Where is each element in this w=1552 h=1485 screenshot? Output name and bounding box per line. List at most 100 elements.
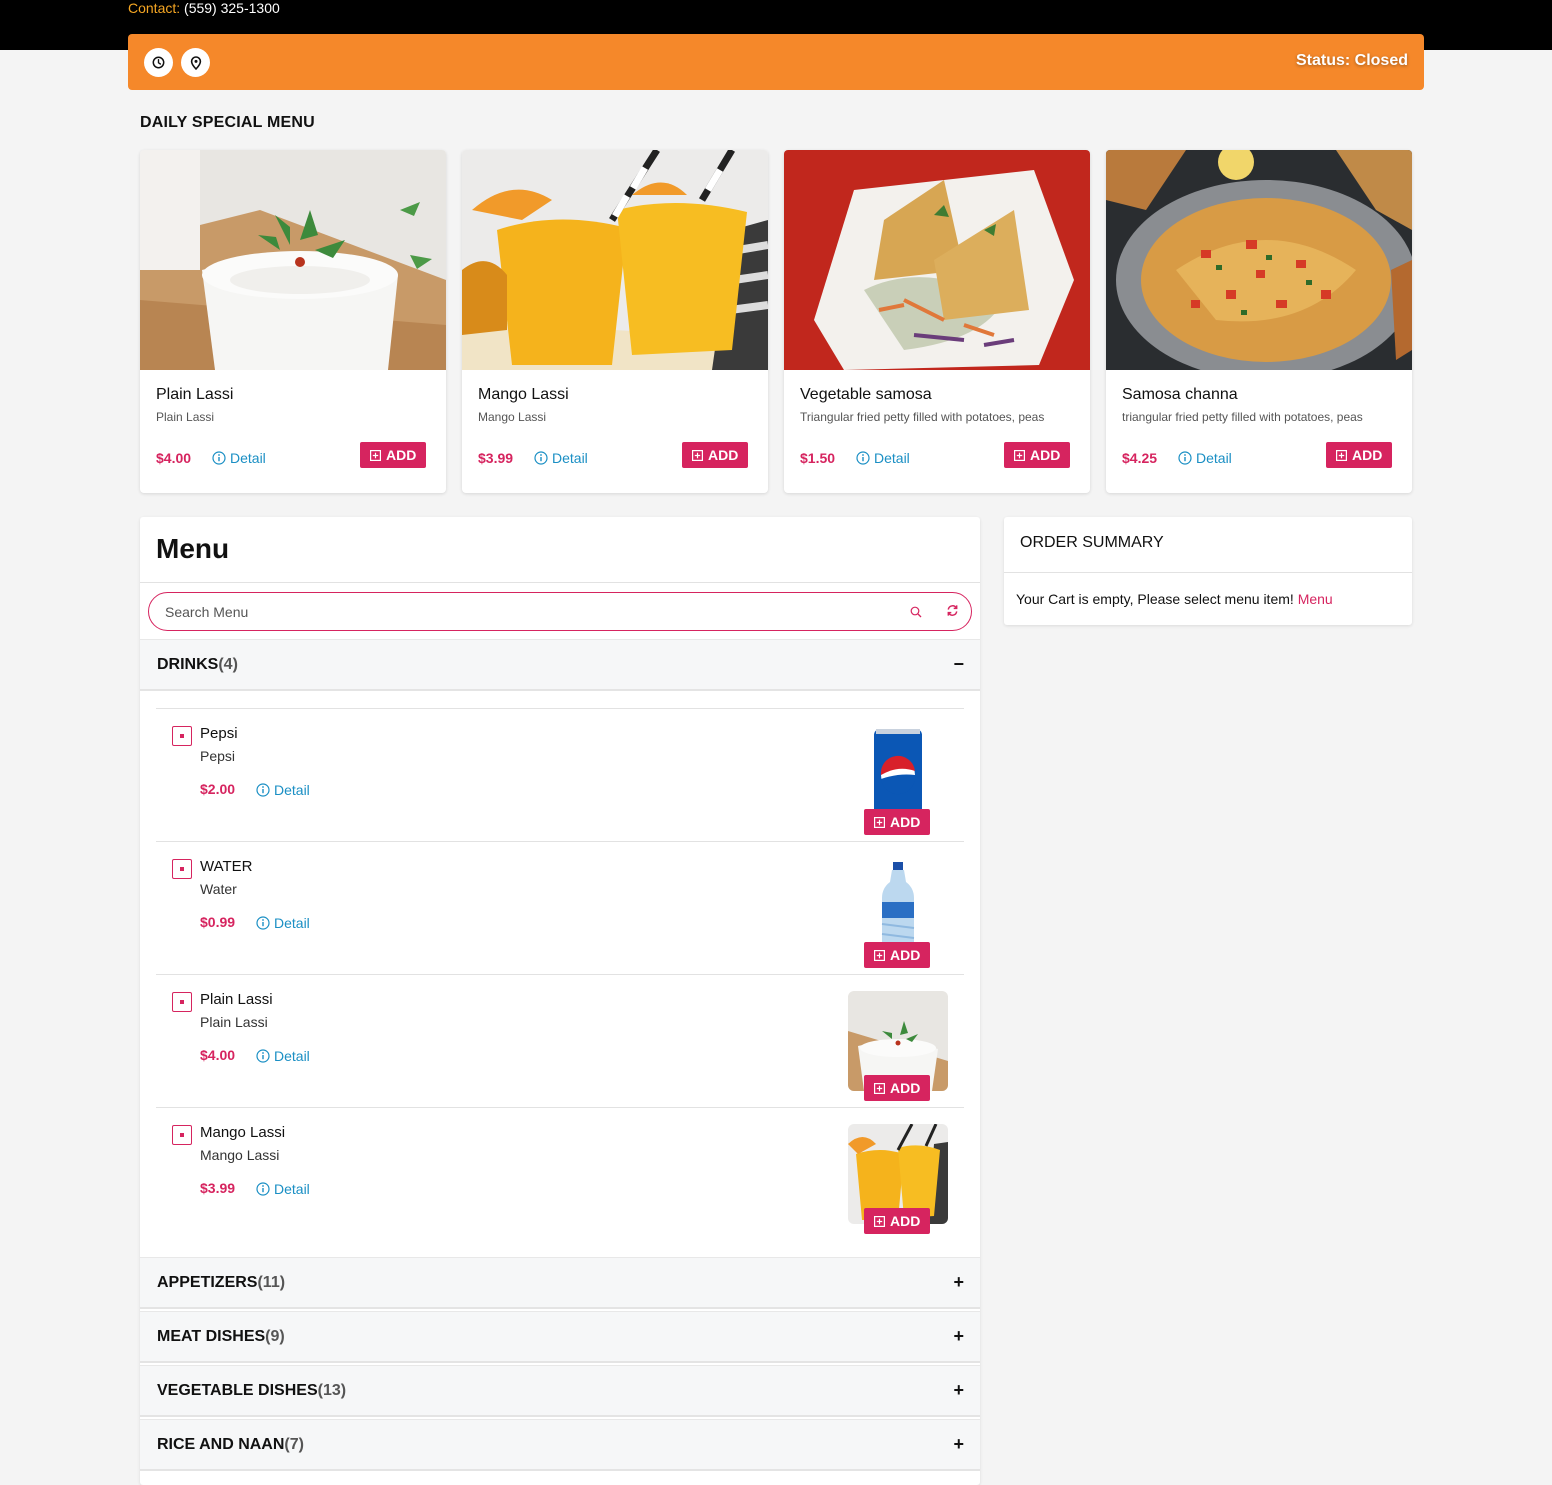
add-button[interactable]: ADD: [682, 442, 749, 468]
category-label: DRINKS(4): [157, 656, 238, 674]
clock-icon[interactable]: [144, 48, 173, 77]
add-label: ADD: [890, 814, 921, 830]
category-vegetable-dishes[interactable]: VEGETABLE DISHES(13) +: [140, 1365, 980, 1417]
detail-link[interactable]: Detail: [212, 450, 266, 466]
add-button[interactable]: ADD: [1004, 442, 1071, 468]
category-count: (9): [265, 1328, 285, 1345]
item-name: Mango Lassi: [200, 1124, 286, 1141]
info-icon: [856, 451, 870, 465]
add-label: ADD: [1030, 447, 1061, 463]
empty-cart-message: Your Cart is empty, Please select menu i…: [1016, 591, 1333, 607]
list-item: Plain Lassi Plain Lassi $4.00 Detail ADD: [156, 974, 964, 1107]
special-card[interactable]: Plain Lassi Plain Lassi $4.00 Detail ADD: [140, 150, 446, 493]
info-icon: [256, 1049, 270, 1063]
search-input[interactable]: [165, 602, 865, 622]
expand-icon[interactable]: +: [953, 1272, 964, 1293]
item-name: WATER: [200, 858, 253, 875]
detail-label: Detail: [230, 450, 266, 466]
food-type-icon: [172, 726, 192, 746]
add-button[interactable]: ADD: [360, 442, 427, 468]
item-desc: Plain Lassi: [200, 1014, 268, 1030]
vegetable-samosa-image: [784, 150, 1090, 370]
special-name: Samosa channa: [1122, 386, 1238, 403]
special-name: Mango Lassi: [478, 386, 569, 403]
special-desc: Triangular fried petty filled with potat…: [800, 410, 1045, 424]
item-desc: Water: [200, 881, 237, 897]
item-desc: Mango Lassi: [200, 1147, 280, 1163]
item-name: Plain Lassi: [200, 991, 273, 1008]
category-label: MEAT DISHES(9): [157, 1328, 285, 1346]
list-item: WATER Water $0.99 Detail ADD: [156, 841, 964, 974]
add-button[interactable]: ADD: [864, 809, 931, 835]
detail-link[interactable]: Detail: [256, 915, 310, 931]
detail-link[interactable]: Detail: [256, 1048, 310, 1064]
category-meat-dishes[interactable]: MEAT DISHES(9) +: [140, 1311, 980, 1363]
status-text: Status: Closed: [1295, 52, 1408, 69]
expand-icon[interactable]: +: [953, 1434, 964, 1455]
detail-label: Detail: [274, 782, 310, 798]
samosa-channa-image: [1106, 150, 1412, 370]
info-icon: [534, 451, 548, 465]
search-icon[interactable]: [910, 605, 922, 623]
expand-icon[interactable]: +: [953, 1326, 964, 1347]
info-icon: [212, 451, 226, 465]
item-price: $4.00: [200, 1047, 236, 1063]
category-count: (4): [218, 656, 238, 673]
info-icon: [1178, 451, 1192, 465]
category-appetizers[interactable]: APPETIZERS(11) +: [140, 1257, 980, 1309]
special-card[interactable]: Mango Lassi Mango Lassi $3.99 Detail ADD: [462, 150, 768, 493]
detail-link[interactable]: Detail: [256, 1181, 310, 1197]
detail-label: Detail: [274, 915, 310, 931]
detail-link[interactable]: Detail: [1178, 450, 1232, 466]
special-name: Plain Lassi: [156, 386, 234, 403]
add-label: ADD: [708, 447, 739, 463]
divider: [140, 582, 980, 583]
plus-square-icon: [692, 449, 703, 461]
add-button[interactable]: ADD: [1326, 442, 1393, 468]
status-bar: Status: Closed: [128, 34, 1424, 90]
item-price: $2.00: [200, 781, 236, 797]
list-item: Mango Lassi Mango Lassi $3.99 Detail ADD: [156, 1107, 964, 1240]
plus-square-icon: [1014, 449, 1025, 461]
category-label: RICE AND NAAN(7): [157, 1436, 304, 1454]
mango-lassi-image: [462, 150, 768, 370]
category-name: DRINKS: [157, 656, 219, 673]
add-button[interactable]: ADD: [864, 1075, 931, 1101]
special-price: $3.99: [478, 450, 514, 466]
add-button[interactable]: ADD: [864, 1208, 931, 1234]
detail-label: Detail: [274, 1048, 310, 1064]
category-drinks[interactable]: DRINKS(4) −: [140, 639, 980, 691]
divider: [1004, 572, 1412, 573]
menu-panel: Menu DRINKS(4) − Pepsi Pepsi $2.00 Detai…: [140, 517, 980, 1485]
detail-link[interactable]: Detail: [256, 782, 310, 798]
order-summary: ORDER SUMMARY Your Cart is empty, Please…: [1004, 517, 1412, 625]
detail-label: Detail: [552, 450, 588, 466]
item-desc: Pepsi: [200, 748, 236, 764]
special-card[interactable]: Vegetable samosa Triangular fried petty …: [784, 150, 1090, 493]
expand-icon[interactable]: +: [953, 1380, 964, 1401]
category-name: APPETIZERS: [157, 1274, 258, 1291]
special-price: $4.00: [156, 450, 192, 466]
category-rice-and-naan[interactable]: RICE AND NAAN(7) +: [140, 1419, 980, 1471]
special-name: Vegetable samosa: [800, 386, 932, 403]
plus-square-icon: [370, 449, 381, 461]
detail-label: Detail: [874, 450, 910, 466]
add-label: ADD: [1352, 447, 1383, 463]
contact-phone[interactable]: (559) 325-1300: [184, 0, 280, 16]
search-box: [148, 592, 972, 631]
special-desc: Plain Lassi: [156, 410, 215, 424]
special-card[interactable]: Samosa channa triangular fried petty fil…: [1106, 150, 1412, 493]
add-label: ADD: [890, 1080, 921, 1096]
special-desc: Mango Lassi: [478, 410, 547, 424]
refresh-icon[interactable]: [946, 604, 959, 622]
menu-link[interactable]: Menu: [1298, 591, 1333, 607]
plus-square-icon: [874, 1082, 885, 1094]
collapse-icon[interactable]: −: [953, 654, 964, 675]
detail-link[interactable]: Detail: [856, 450, 910, 466]
location-pin-icon[interactable]: [181, 48, 210, 77]
add-button[interactable]: ADD: [864, 942, 931, 968]
add-label: ADD: [386, 447, 417, 463]
item-name: Pepsi: [200, 725, 238, 742]
detail-link[interactable]: Detail: [534, 450, 588, 466]
category-name: MEAT DISHES: [157, 1328, 266, 1345]
